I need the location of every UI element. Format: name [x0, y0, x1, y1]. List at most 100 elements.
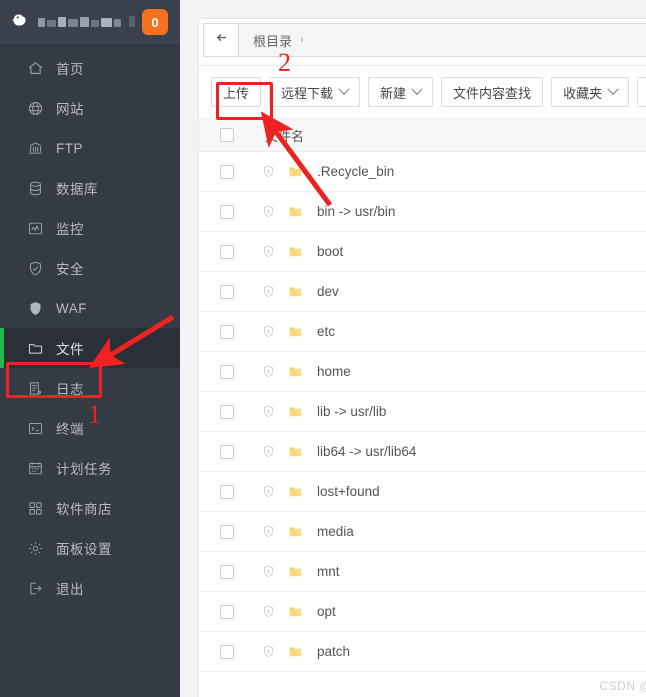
notification-badge[interactable]: 0: [142, 9, 168, 35]
row-checkbox[interactable]: [220, 524, 234, 539]
table-row[interactable]: opt: [199, 592, 646, 632]
file-name[interactable]: boot: [309, 244, 343, 259]
table-row[interactable]: lib -> usr/lib: [199, 392, 646, 432]
toolbar-button-label: 收藏夹: [563, 85, 603, 101]
row-select-cell: [199, 604, 255, 619]
shield-x-icon[interactable]: [255, 524, 281, 539]
sidebar-item-waf[interactable]: WAF: [0, 288, 180, 328]
shield-x-icon[interactable]: [255, 324, 281, 339]
table-row[interactable]: media: [199, 512, 646, 552]
sidebar-item-label: 数据库: [56, 182, 98, 197]
table-row[interactable]: home: [199, 352, 646, 392]
globe-icon: [26, 99, 44, 117]
table-row[interactable]: lib64 -> usr/lib64: [199, 432, 646, 472]
row-checkbox[interactable]: [220, 604, 234, 619]
file-name[interactable]: bin -> usr/bin: [309, 204, 395, 219]
row-checkbox[interactable]: [220, 404, 234, 419]
sidebar-item-label: WAF: [56, 300, 87, 316]
file-name[interactable]: dev: [309, 284, 339, 299]
shield-x-icon[interactable]: [255, 404, 281, 419]
file-name[interactable]: opt: [309, 604, 336, 619]
sidebar-item-website[interactable]: 网站: [0, 88, 180, 128]
chevron-down-icon: [411, 83, 423, 95]
sidebar-item-label: 日志: [56, 382, 84, 397]
row-select-cell: [199, 364, 255, 379]
back-button[interactable]: [203, 23, 239, 57]
row-checkbox[interactable]: [220, 244, 234, 259]
table-row[interactable]: patch: [199, 632, 646, 672]
file-toolbar: 上传 远程下载 新建 文件内容查找 收藏夹 分享列表: [199, 66, 646, 118]
monitor-chart-icon: [26, 219, 44, 237]
shield-x-icon[interactable]: [255, 644, 281, 659]
blurred-site-title: [36, 14, 136, 30]
row-checkbox[interactable]: [220, 204, 234, 219]
share-list-button[interactable]: 分享列表: [637, 77, 646, 107]
folder-icon: [281, 484, 309, 499]
content-search-button[interactable]: 文件内容查找: [441, 77, 544, 107]
table-row[interactable]: mnt: [199, 552, 646, 592]
remote-download-button[interactable]: 远程下载: [269, 77, 361, 107]
table-row[interactable]: dev: [199, 272, 646, 312]
shield-x-icon[interactable]: [255, 284, 281, 299]
row-select-cell: [199, 404, 255, 419]
file-name[interactable]: home: [309, 364, 351, 379]
sidebar-item-terminal[interactable]: 终端: [0, 408, 180, 448]
row-checkbox[interactable]: [220, 564, 234, 579]
file-name[interactable]: lost+found: [309, 484, 380, 499]
favorites-button[interactable]: 收藏夹: [551, 77, 630, 107]
sidebar-item-security[interactable]: 安全: [0, 248, 180, 288]
folder-icon: [281, 324, 309, 339]
shield-x-icon[interactable]: [255, 164, 281, 179]
table-row[interactable]: etc: [199, 312, 646, 352]
sidebar-item-ftp[interactable]: FTP: [0, 128, 180, 168]
shield-x-icon[interactable]: [255, 204, 281, 219]
file-name[interactable]: patch: [309, 644, 350, 659]
database-icon: [26, 179, 44, 197]
breadcrumb-path[interactable]: 根目录 ›: [239, 23, 646, 57]
row-checkbox[interactable]: [220, 644, 234, 659]
row-checkbox[interactable]: [220, 364, 234, 379]
shield-x-icon[interactable]: [255, 244, 281, 259]
folder-icon: [281, 244, 309, 259]
sidebar-item-files[interactable]: 文件: [0, 328, 180, 368]
row-checkbox[interactable]: [220, 444, 234, 459]
shield-x-icon[interactable]: [255, 444, 281, 459]
toolbar-button-label: 远程下载: [281, 85, 334, 101]
row-checkbox[interactable]: [220, 484, 234, 499]
sidebar-item-panel-settings[interactable]: 面板设置: [0, 528, 180, 568]
upload-button[interactable]: 上传: [211, 77, 262, 107]
select-all-checkbox[interactable]: [220, 128, 234, 142]
file-name[interactable]: media: [309, 524, 354, 539]
row-select-cell: [199, 324, 255, 339]
table-row[interactable]: lost+found: [199, 472, 646, 512]
row-checkbox[interactable]: [220, 284, 234, 299]
table-row[interactable]: .Recycle_bin: [199, 152, 646, 192]
shield-x-icon[interactable]: [255, 564, 281, 579]
sidebar-item-cron[interactable]: 计划任务: [0, 448, 180, 488]
folder-icon: [281, 164, 309, 179]
main-area: 根目录 › 上传 远程下载 新建 文件内容查找 收藏夹 文件名 .Recycle…: [180, 0, 646, 697]
breadcrumb-root[interactable]: 根目录: [253, 31, 292, 50]
table-row[interactable]: boot: [199, 232, 646, 272]
file-name[interactable]: .Recycle_bin: [309, 164, 394, 179]
new-button[interactable]: 新建: [368, 77, 434, 107]
row-select-cell: [199, 644, 255, 659]
shield-x-icon[interactable]: [255, 364, 281, 379]
file-name[interactable]: etc: [309, 324, 335, 339]
file-name[interactable]: lib -> usr/lib: [309, 404, 386, 419]
sidebar-item-app-store[interactable]: 软件商店: [0, 488, 180, 528]
file-name[interactable]: mnt: [309, 564, 340, 579]
sidebar-item-database[interactable]: 数据库: [0, 168, 180, 208]
table-row[interactable]: bin -> usr/bin: [199, 192, 646, 232]
sidebar-item-monitor[interactable]: 监控: [0, 208, 180, 248]
shield-x-icon[interactable]: [255, 484, 281, 499]
sidebar-item-home[interactable]: 首页: [0, 48, 180, 88]
row-checkbox[interactable]: [220, 324, 234, 339]
folder-icon: [281, 524, 309, 539]
row-checkbox[interactable]: [220, 164, 234, 179]
sidebar-item-logout[interactable]: 退出: [0, 568, 180, 608]
shield-x-icon[interactable]: [255, 604, 281, 619]
sidebar-item-logs[interactable]: 日志: [0, 368, 180, 408]
sidebar-item-label: 监控: [56, 222, 84, 237]
file-name[interactable]: lib64 -> usr/lib64: [309, 444, 416, 459]
